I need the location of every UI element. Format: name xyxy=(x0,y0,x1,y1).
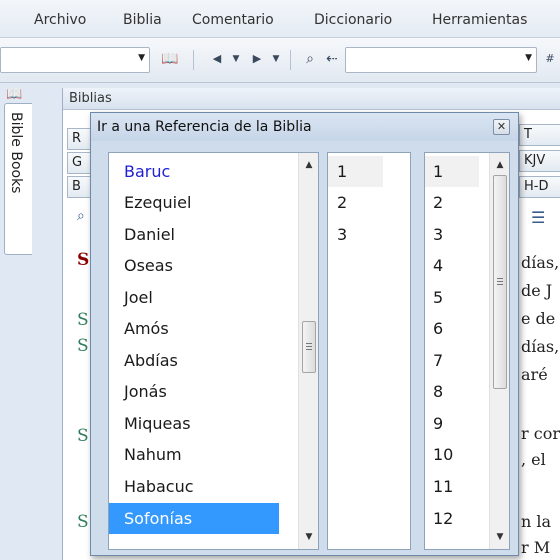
verse-text-fragment: , el xyxy=(521,450,546,469)
list-item[interactable]: Daniel xyxy=(109,219,279,250)
chevron-down-icon[interactable]: ▼ xyxy=(525,53,532,63)
verse-text-fragment: r cor xyxy=(521,424,560,443)
verse-text-fragment: n la xyxy=(521,512,552,531)
toolbar-separator xyxy=(193,50,194,70)
verse-text-fragment: días, xyxy=(521,337,560,356)
tab-bible-books-label: Bible Books xyxy=(8,112,24,194)
verse-mark: S xyxy=(77,310,89,330)
selected-list-item[interactable]: 1 xyxy=(425,156,479,187)
list-item[interactable]: Habacuc xyxy=(109,471,279,502)
dialog-titlebar[interactable]: Ir a una Referencia de la Biblia ✕ xyxy=(91,113,518,141)
verse-mark: S xyxy=(77,426,89,446)
menu-archivo[interactable]: Archivo xyxy=(34,12,86,28)
chevron-down-icon[interactable]: ▼ xyxy=(138,53,145,63)
list-item[interactable]: Nahum xyxy=(109,439,279,470)
toolbar-separator xyxy=(290,50,291,70)
left-tab-strip: 📖 Bible Books xyxy=(0,83,32,560)
search-icon[interactable]: ⌕ xyxy=(77,208,85,224)
goto-reference-dialog: Ir a una Referencia de la Biblia ✕ Baruc… xyxy=(90,112,519,556)
tab-fragment-kjv[interactable]: KJV xyxy=(519,150,560,172)
verse-text-fragment: aré xyxy=(521,365,548,384)
verse-text-fragment: de J xyxy=(521,281,553,300)
book-icon: 📖 xyxy=(6,87,23,102)
list-item[interactable]: 9 xyxy=(425,408,479,439)
list-item[interactable]: 8 xyxy=(425,376,479,407)
tab-bible-books[interactable]: Bible Books xyxy=(4,103,32,255)
scroll-up-icon[interactable]: ▲ xyxy=(490,155,509,175)
binoculars-icon[interactable]: ⌕ xyxy=(300,49,320,69)
books-list[interactable]: Baruc Ezequiel Daniel Oseas Joel Amós Ab… xyxy=(108,152,319,550)
list-item[interactable]: 4 xyxy=(425,250,479,281)
forward-dropdown-icon[interactable]: ▼ xyxy=(266,49,286,69)
verse-mark: S xyxy=(77,250,90,270)
chapters-list[interactable]: 1 2 3 xyxy=(327,152,411,550)
back-dropdown-icon[interactable]: ▼ xyxy=(226,49,246,69)
search-combo[interactable]: ▼ xyxy=(345,47,537,73)
list-item[interactable]: 3 xyxy=(425,219,479,250)
verse-mark: S xyxy=(77,512,89,532)
list-item[interactable]: 5 xyxy=(425,282,479,313)
reference-combo[interactable]: ▼ xyxy=(0,47,150,73)
list-item[interactable]: 11 xyxy=(425,471,479,502)
toolbar: ▼ 📖 ◀ ▼ ▶ ▼ ⌕ ⇠ ▼ # xyxy=(0,38,560,83)
menu-diccionario[interactable]: Diccionario xyxy=(314,12,392,28)
list-item[interactable]: Jonás xyxy=(109,376,279,407)
verses-list[interactable]: 1 2 3 4 5 6 7 8 9 10 11 12 ▲ ▼ xyxy=(424,152,510,550)
verse-text-fragment: r M xyxy=(521,538,551,557)
list-item[interactable]: Miqueas xyxy=(109,408,279,439)
list-item[interactable]: Baruc xyxy=(109,156,279,187)
list-item[interactable]: Joel xyxy=(109,282,279,313)
close-button[interactable]: ✕ xyxy=(493,119,510,135)
scroll-down-icon[interactable]: ▼ xyxy=(490,527,509,547)
dialog-title: Ir a una Referencia de la Biblia xyxy=(97,119,312,135)
list-item[interactable]: 2 xyxy=(328,187,383,218)
list-item[interactable]: Ezequiel xyxy=(109,187,279,218)
list-item[interactable]: 7 xyxy=(425,345,479,376)
scrollbar-thumb[interactable] xyxy=(302,321,316,373)
tab-fragment-t[interactable]: T xyxy=(519,124,560,146)
list-item[interactable]: Oseas xyxy=(109,250,279,281)
verses-scrollbar[interactable]: ▲ ▼ xyxy=(489,153,509,549)
forward-icon[interactable]: ▶ xyxy=(247,49,267,69)
book-icon[interactable]: 📖 xyxy=(160,49,180,69)
list-item[interactable]: Amós xyxy=(109,313,279,344)
menu-herramientas[interactable]: Herramientas xyxy=(432,12,527,28)
list-item[interactable]: Abdías xyxy=(109,345,279,376)
biblias-panel-title: Biblias xyxy=(69,91,112,106)
list-item[interactable]: 2 xyxy=(425,187,479,218)
close-icon: ✕ xyxy=(496,120,507,133)
verse-text-fragment: e de xyxy=(521,309,556,328)
list-item[interactable]: 10 xyxy=(425,439,479,470)
biblias-panel-header: Biblias xyxy=(63,88,560,110)
menu-comentario[interactable]: Comentario xyxy=(192,12,274,28)
selected-list-item[interactable]: 1 xyxy=(328,156,383,187)
list-item[interactable]: 6 xyxy=(425,313,479,344)
scrollbar-thumb[interactable] xyxy=(493,175,507,389)
verse-mark: S xyxy=(77,336,89,356)
search-icon[interactable]: # xyxy=(540,49,560,69)
books-scrollbar[interactable]: ▲ ▼ xyxy=(298,153,318,549)
menu-bar: Archivo Biblia Comentario Diccionario He… xyxy=(0,0,560,38)
back-icon[interactable]: ◀ xyxy=(207,49,227,69)
list-item[interactable]: 12 xyxy=(425,503,479,534)
scroll-down-icon[interactable]: ▼ xyxy=(299,527,318,547)
menu-biblia[interactable]: Biblia xyxy=(123,12,162,28)
selected-list-item[interactable]: Sofonías xyxy=(109,503,279,534)
list-item[interactable]: 3 xyxy=(328,219,383,250)
list-icon[interactable]: ☰ xyxy=(531,208,545,227)
scroll-up-icon[interactable]: ▲ xyxy=(299,155,318,175)
tab-fragment-hd[interactable]: H-D xyxy=(519,176,560,198)
search-next-icon[interactable]: ⇠ xyxy=(322,49,342,69)
verse-text-fragment: días, xyxy=(521,253,560,272)
